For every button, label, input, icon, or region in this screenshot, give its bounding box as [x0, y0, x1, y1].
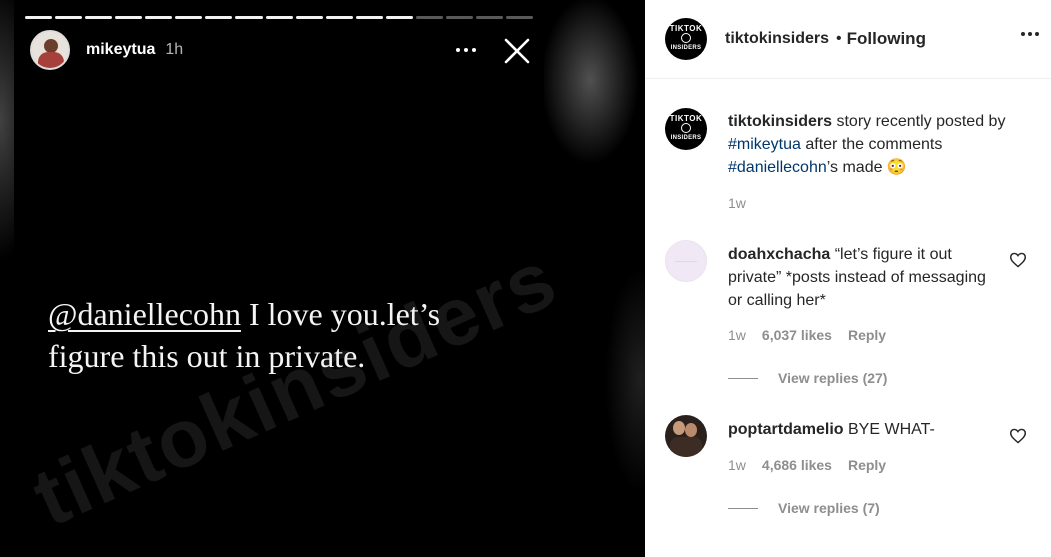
caption-avatar[interactable]: TIKTOK INSIDERS [665, 108, 707, 150]
story-header: mikeytua 1h [30, 30, 183, 70]
reply-button[interactable]: Reply [848, 327, 886, 343]
comment-avatar[interactable] [665, 415, 707, 457]
progress-segment [235, 16, 263, 19]
hashtag-link[interactable]: #daniellecohn [728, 159, 827, 176]
account-avatar[interactable]: TIKTOK INSIDERS [665, 18, 707, 60]
comment-meta: 1w 4,686 likes Reply [728, 457, 886, 473]
progress-segment [145, 16, 173, 19]
reply-button[interactable]: Reply [848, 457, 886, 473]
progress-segment [325, 16, 353, 19]
comment-text: poptartdamelio BYE WHAT- [728, 421, 935, 438]
progress-segment [115, 16, 143, 19]
story-username[interactable]: mikeytua [86, 41, 155, 59]
story-text-line2: figure this out in private. [48, 338, 366, 374]
progress-segment [295, 16, 323, 19]
more-options-icon[interactable] [1021, 32, 1039, 36]
heart-icon[interactable] [1009, 428, 1027, 444]
comment-likes[interactable]: 4,686 likes [762, 457, 832, 473]
story-user-avatar[interactable] [30, 30, 70, 70]
caption-username[interactable]: tiktokinsiders [728, 113, 832, 130]
replies-line [728, 377, 758, 379]
separator-dot: • [836, 30, 842, 47]
view-replies-button[interactable]: View replies (27) [728, 370, 887, 386]
comment-meta: 1w 6,037 likes Reply [728, 327, 886, 343]
progress-segment [415, 16, 443, 19]
progress-segment [55, 16, 83, 19]
post-header: TIKTOK INSIDERS tiktokinsiders • Followi… [645, 0, 1051, 79]
story-text-line1: I love you.let’s [240, 296, 441, 332]
story-viewer: mikeytua 1h tiktokinsiders @daniellecohn… [0, 0, 645, 557]
progress-segment [445, 16, 473, 19]
account-username[interactable]: tiktokinsiders [725, 30, 829, 48]
progress-segment [25, 16, 53, 19]
comment-timestamp: 1w [728, 457, 746, 473]
ellipsis-icon[interactable] [452, 38, 480, 62]
progress-segment [85, 16, 113, 19]
progress-segment [385, 16, 413, 19]
progress-segment [205, 16, 233, 19]
post-sidebar: TIKTOK INSIDERS tiktokinsiders • Followi… [645, 0, 1051, 557]
story-timestamp: 1h [165, 41, 184, 58]
progress-segment [506, 16, 534, 19]
comment-username[interactable]: poptartdamelio [728, 421, 844, 438]
close-icon[interactable] [502, 36, 532, 66]
view-replies-button[interactable]: View replies (7) [728, 500, 880, 516]
comment-avatar[interactable] [665, 240, 707, 282]
post-caption: tiktokinsiders story recently posted by … [728, 113, 1006, 176]
hashtag-link[interactable]: #mikeytua [728, 136, 801, 153]
progress-segment [475, 16, 503, 19]
story-text: @daniellecohn I love you.let’s figure th… [48, 293, 528, 377]
heart-icon[interactable] [1009, 252, 1027, 268]
progress-segment [355, 16, 383, 19]
caption-timestamp: 1w [728, 195, 746, 211]
comment-timestamp: 1w [728, 327, 746, 343]
story-progress-bar [25, 16, 534, 19]
comment-likes[interactable]: 6,037 likes [762, 327, 832, 343]
progress-segment [175, 16, 203, 19]
comment-username[interactable]: doahxchacha [728, 246, 830, 263]
comment-text: doahxchacha “let’s figure it out private… [728, 246, 986, 309]
progress-segment [265, 16, 293, 19]
story-mention-link[interactable]: @daniellecohn [48, 296, 241, 332]
replies-line [728, 507, 758, 509]
following-button[interactable]: Following [847, 29, 926, 49]
